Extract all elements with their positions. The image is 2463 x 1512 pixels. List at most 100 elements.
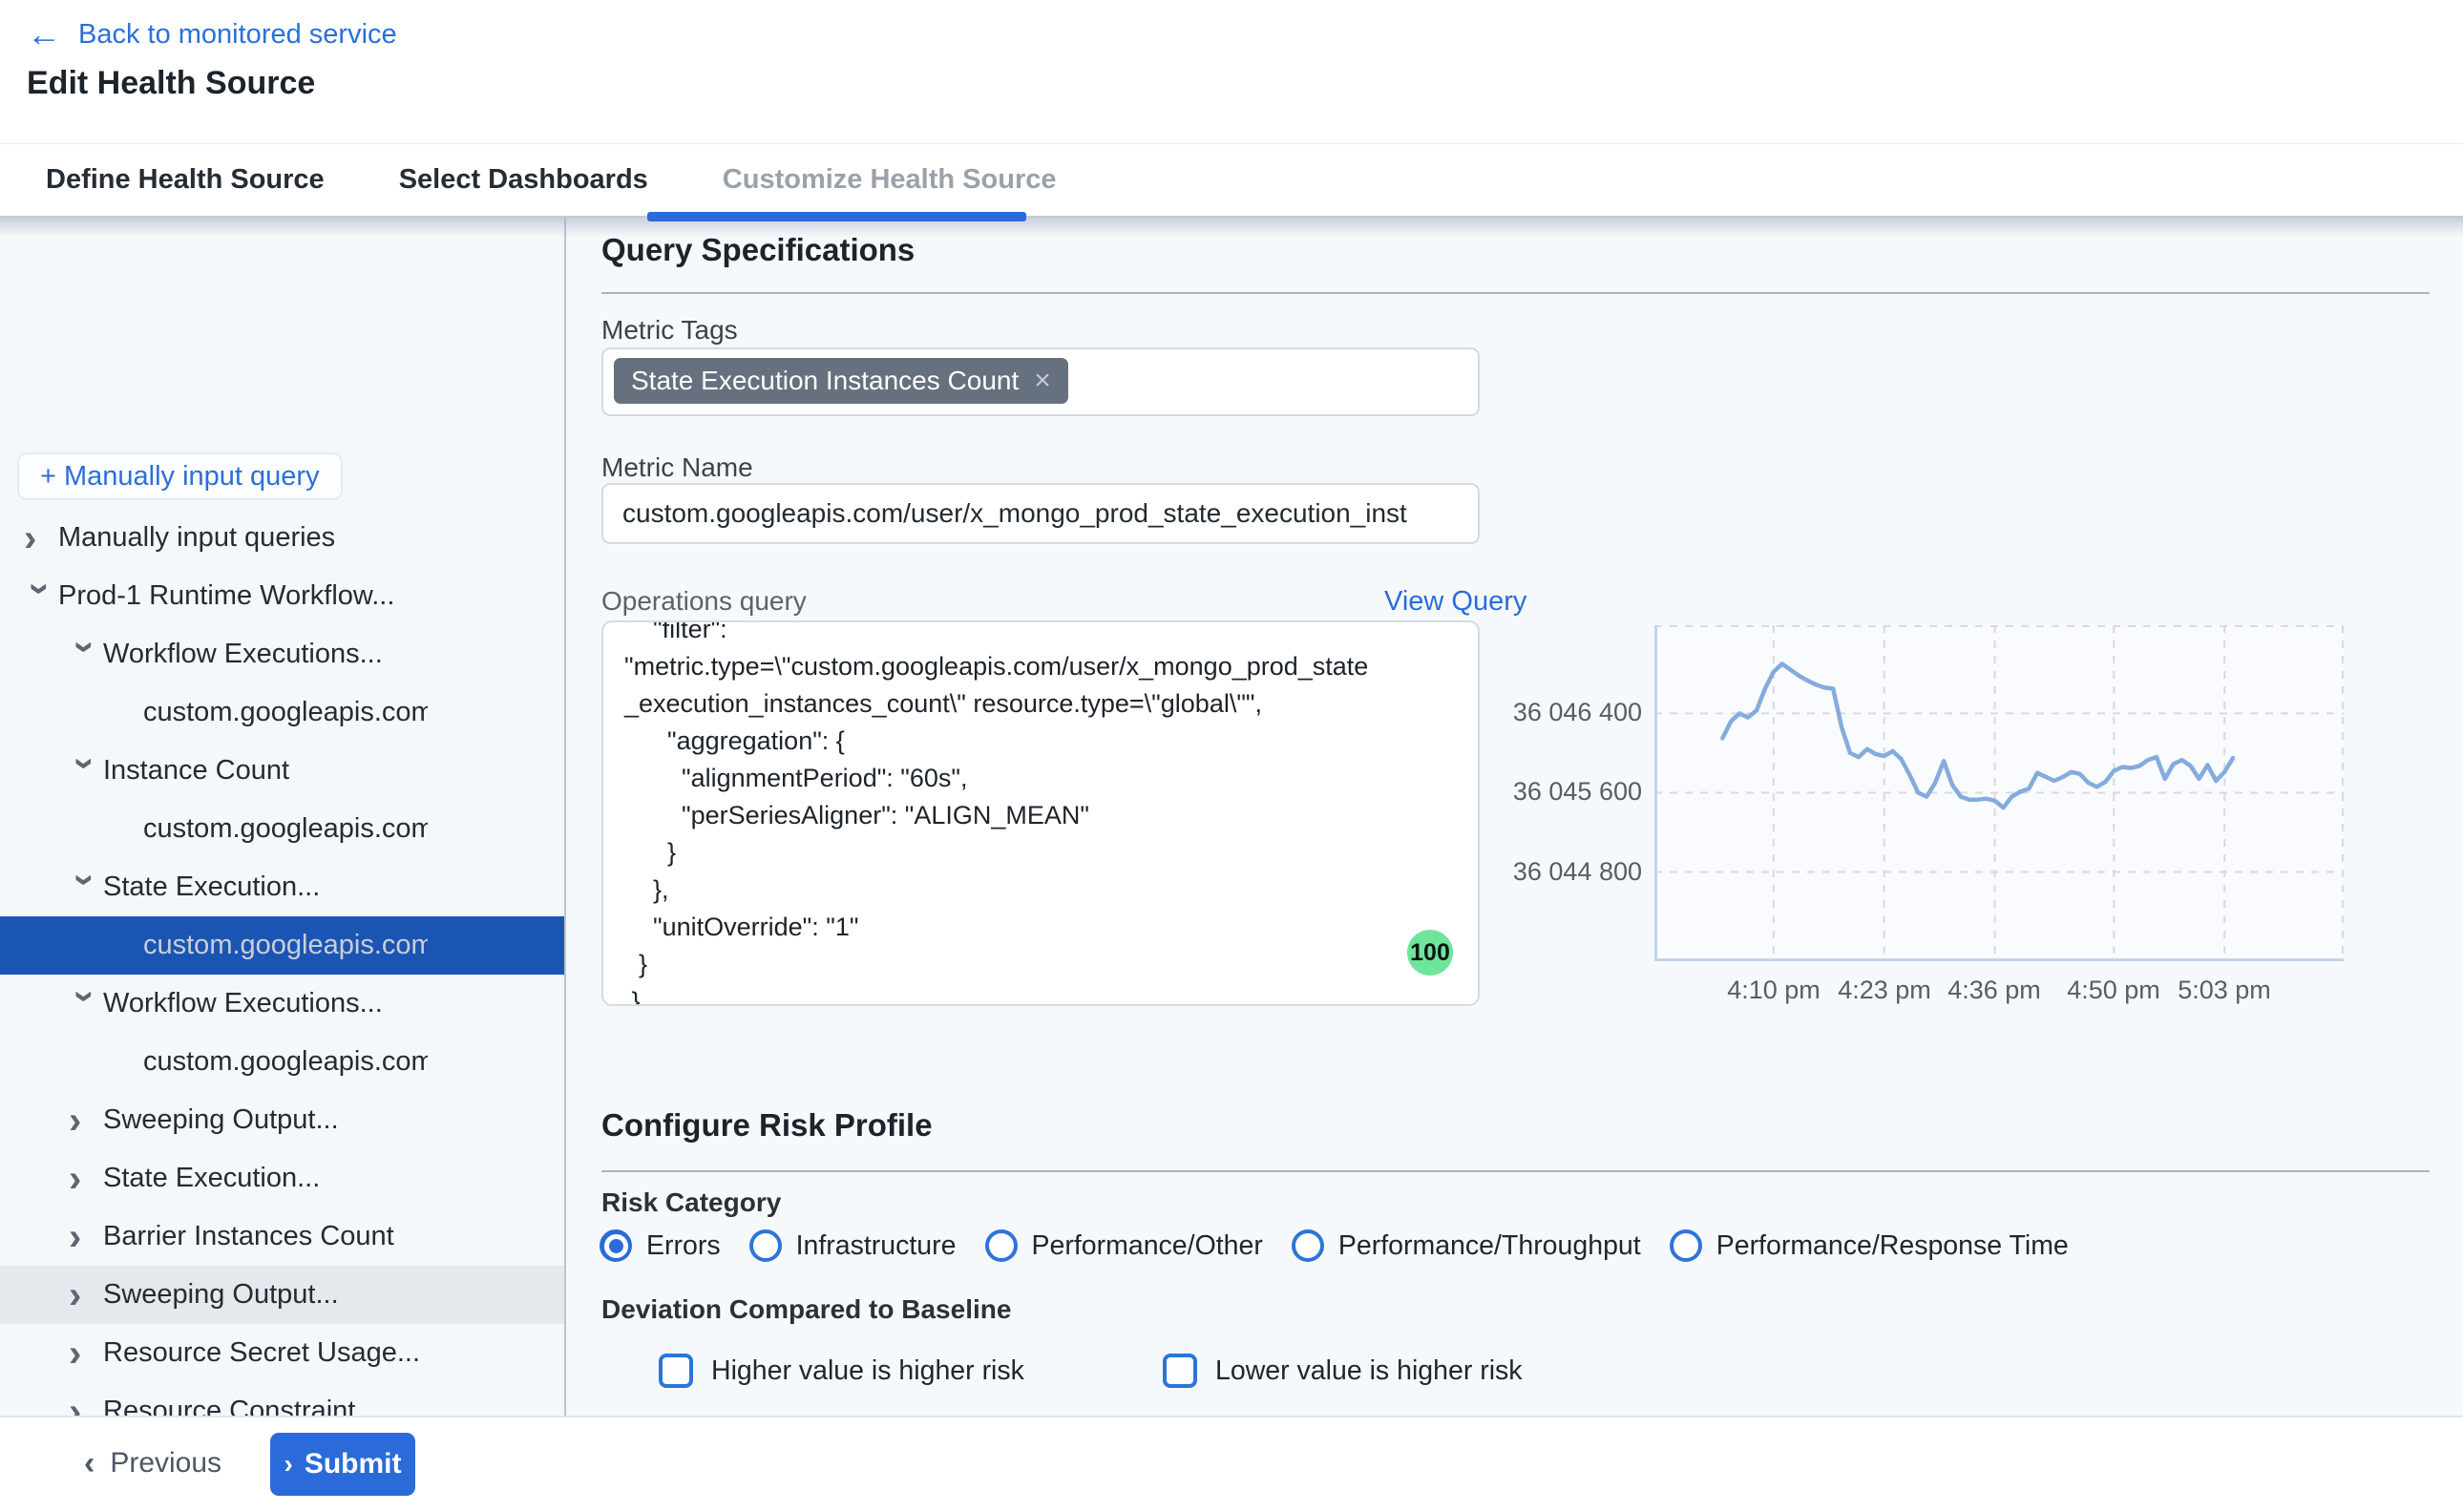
tree-item-label: State Execution... [103, 872, 320, 903]
view-query-link[interactable]: View Query [1384, 586, 1480, 618]
radio-option-infrastructure[interactable]: Infrastructure [749, 1229, 957, 1262]
risk-category-label: Risk Category [601, 1187, 781, 1218]
radio-label: Infrastructure [796, 1230, 957, 1262]
risk-category-radio-group: Errors Infrastructure Performance/Other … [600, 1229, 2069, 1262]
radio-option-errors[interactable]: Errors [600, 1229, 721, 1262]
tree-item-resource-secret-usage[interactable]: ›Resource Secret Usage... [0, 1324, 564, 1382]
checkbox-icon[interactable] [659, 1354, 693, 1388]
chevron-right-icon[interactable]: › [69, 1165, 103, 1193]
tree-item-metric-selected[interactable]: custom.googleapis.com [0, 916, 564, 975]
previous-button[interactable]: ‹ Previous [84, 1433, 221, 1494]
operations-query-text: "filter": "metric.type=\"custom.googleap… [603, 620, 1478, 1006]
tree-item-instance-count[interactable]: ›Instance Count [0, 742, 564, 800]
tree-item-state-execution-2[interactable]: ›State Execution... [0, 1149, 564, 1208]
add-manual-query-button[interactable]: + Manually input query [17, 452, 343, 500]
deviation-baseline-label: Deviation Compared to Baseline [601, 1294, 1011, 1325]
radio-icon[interactable] [600, 1229, 632, 1262]
tree-item-label: Sweeping Output... [103, 1279, 339, 1311]
checkbox-higher-value[interactable]: Higher value is higher risk [659, 1354, 1024, 1388]
edit-health-source-screen: ← Back to monitored service Edit Health … [0, 0, 2463, 1512]
tree-item-label: Resource Secret Usage... [103, 1337, 420, 1369]
x-tick-label: 5:03 pm [2148, 976, 2301, 1005]
metric-chart-svg [1654, 625, 2344, 961]
chevron-right-icon[interactable]: › [24, 524, 58, 553]
tree-item-label: State Execution... [103, 1163, 320, 1194]
metric-tags-input[interactable]: State Execution Instances Count × [601, 347, 1480, 416]
radio-icon[interactable] [1670, 1229, 1702, 1262]
metric-tags-label: Metric Tags [601, 315, 738, 346]
footer: ‹ Previous › Submit [0, 1416, 2463, 1512]
metric-tag-chip: State Execution Instances Count × [614, 358, 1068, 404]
tree-item-sweeping-output-2[interactable]: ›Sweeping Output... [0, 1266, 564, 1324]
chip-close-icon[interactable]: × [1034, 368, 1051, 394]
tree-item-label: Manually input queries [58, 522, 335, 554]
tab-customize-health-source[interactable]: Customize Health Source [723, 164, 1057, 196]
tab-define-health-source[interactable]: Define Health Source [46, 164, 325, 196]
checkbox-lower-value[interactable]: Lower value is higher risk [1163, 1354, 1523, 1388]
metrics-tree: ›Manually input queries ›Prod-1 Runtime … [0, 509, 564, 1512]
tab-select-dashboards[interactable]: Select Dashboards [399, 164, 648, 196]
tree-item-manually-input-queries[interactable]: ›Manually input queries [0, 509, 564, 567]
chevron-right-icon[interactable]: › [69, 1106, 103, 1135]
tree-item-label: Barrier Instances Count [103, 1221, 394, 1252]
configure-risk-profile-heading: Configure Risk Profile [601, 1107, 933, 1144]
previous-button-label: Previous [110, 1447, 221, 1480]
tree-item-label: Prod-1 Runtime Workflow... [58, 580, 394, 612]
tree-item-workflow-executions-1[interactable]: ›Workflow Executions... [0, 625, 564, 683]
back-arrow-icon: ← [27, 17, 61, 52]
checkbox-label: Higher value is higher risk [711, 1355, 1024, 1387]
chevron-down-icon[interactable]: › [27, 582, 55, 617]
metric-tag-chip-label: State Execution Instances Count [631, 366, 1019, 396]
radio-label: Performance/Response Time [1716, 1230, 2069, 1262]
tree-item-prod1-runtime-workflow[interactable]: ›Prod-1 Runtime Workflow... [0, 567, 564, 625]
chevron-right-icon[interactable]: › [69, 1339, 103, 1368]
chevron-right-icon[interactable]: › [69, 1281, 103, 1310]
tree-item-metric-3[interactable]: custom.googleapis.com [0, 1033, 564, 1091]
tree-item-barrier-instances-count[interactable]: ›Barrier Instances Count [0, 1208, 564, 1266]
radio-label: Performance/Throughput [1338, 1230, 1641, 1262]
radio-icon[interactable] [749, 1229, 782, 1262]
radio-label: Errors [646, 1230, 721, 1262]
records-count-badge: 100 [1407, 930, 1453, 976]
tree-item-label: Instance Count [103, 755, 289, 787]
radio-option-performance-response-time[interactable]: Performance/Response Time [1670, 1229, 2069, 1262]
metric-name-input[interactable]: custom.googleapis.com/user/x_mongo_prod_… [601, 483, 1480, 544]
back-link-label: Back to monitored service [78, 19, 397, 51]
radio-option-performance-throughput[interactable]: Performance/Throughput [1292, 1229, 1641, 1262]
chevron-down-icon[interactable]: › [72, 873, 100, 908]
back-link[interactable]: ← Back to monitored service [27, 17, 397, 52]
section-divider [601, 1170, 2430, 1172]
tree-item-sweeping-output-1[interactable]: ›Sweeping Output... [0, 1091, 564, 1149]
radio-icon[interactable] [985, 1229, 1018, 1262]
chevron-down-icon[interactable]: › [72, 990, 100, 1024]
metric-name-label: Metric Name [601, 452, 753, 483]
query-specifications-heading: Query Specifications [601, 232, 915, 268]
operations-query-label: Operations query [601, 586, 807, 617]
y-tick-label: 36 044 800 [1475, 857, 1642, 887]
chevron-right-icon: › [284, 1451, 293, 1478]
tab-bar: Define Health Source Select Dashboards C… [0, 143, 2463, 218]
tree-item-metric-1[interactable]: custom.googleapis.com [0, 683, 564, 742]
chevron-down-icon[interactable]: › [72, 757, 100, 791]
checkbox-label: Lower value is higher risk [1215, 1355, 1523, 1387]
metric-chart [1654, 625, 2344, 961]
header: ← Back to monitored service Edit Health … [0, 0, 2463, 143]
radio-icon[interactable] [1292, 1229, 1324, 1262]
radio-option-performance-other[interactable]: Performance/Other [985, 1229, 1263, 1262]
chevron-right-icon[interactable]: › [69, 1223, 103, 1251]
y-tick-label: 36 045 600 [1475, 777, 1642, 807]
y-tick-label: 36 046 400 [1475, 698, 1642, 727]
radio-label: Performance/Other [1032, 1230, 1263, 1262]
tree-item-label: custom.googleapis.com [143, 697, 428, 728]
chevron-down-icon[interactable]: › [72, 640, 100, 675]
tree-item-metric-2[interactable]: custom.googleapis.com [0, 800, 564, 858]
tree-item-state-execution-1[interactable]: ›State Execution... [0, 858, 564, 916]
tree-item-label: custom.googleapis.com [143, 1046, 428, 1078]
checkbox-icon[interactable] [1163, 1354, 1197, 1388]
operations-query-editor[interactable]: "filter": "metric.type=\"custom.googleap… [601, 620, 1480, 1006]
submit-button[interactable]: › Submit [270, 1433, 415, 1496]
tree-item-workflow-executions-2[interactable]: ›Workflow Executions... [0, 975, 564, 1033]
tree-item-label: Workflow Executions... [103, 988, 383, 1019]
sidebar: + Manually input query ›Manually input q… [0, 218, 564, 1416]
tree-item-label: custom.googleapis.com [143, 813, 428, 845]
